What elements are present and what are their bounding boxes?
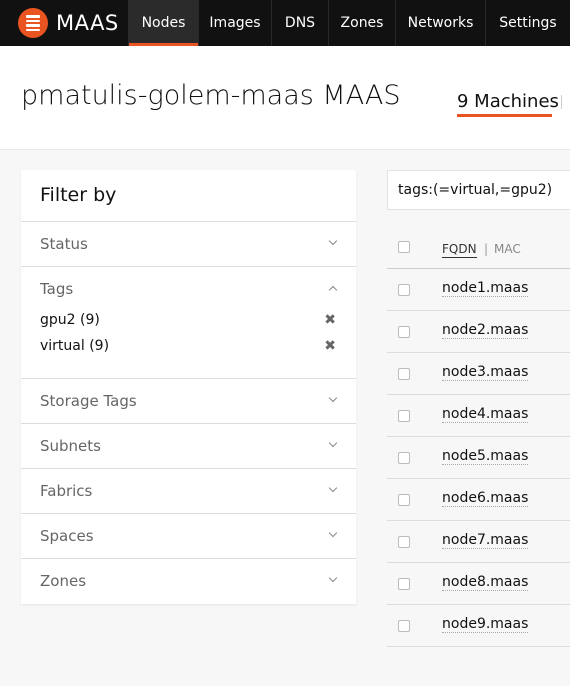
nav-settings[interactable]: Settings — [485, 0, 570, 46]
filter-section-zones[interactable]: Zones — [21, 559, 356, 604]
column-header-fqdn[interactable]: FQDN — [442, 242, 477, 258]
nav-networks[interactable]: Networks — [395, 0, 485, 46]
nav-images[interactable]: Images — [198, 0, 271, 46]
active-tab-indicator — [457, 114, 552, 117]
machine-fqdn-link[interactable]: node5.maas — [442, 448, 529, 465]
table-row[interactable]: node3.maas — [387, 353, 570, 395]
nav-zones[interactable]: Zones — [328, 0, 395, 46]
machine-fqdn-link[interactable]: node2.maas — [442, 322, 529, 339]
chevron-down-icon — [328, 438, 338, 448]
chevron-down-icon — [328, 573, 338, 583]
filter-section-label: Storage Tags — [40, 392, 137, 410]
filter-section-label: Status — [40, 235, 88, 253]
filter-section-storage-tags[interactable]: Storage Tags — [21, 379, 356, 424]
table-row[interactable]: node8.maas — [387, 563, 570, 605]
select-all-checkbox[interactable] — [398, 241, 410, 253]
machine-fqdn-link[interactable]: node7.maas — [442, 532, 529, 549]
tab-machines[interactable]: 9 Machines — [457, 91, 559, 112]
maas-logo-icon — [18, 8, 48, 38]
filter-section-spaces[interactable]: Spaces — [21, 514, 356, 559]
nav-dns[interactable]: DNS — [271, 0, 328, 46]
remove-tag-icon[interactable]: ✖ — [324, 338, 336, 354]
table-row[interactable]: node7.maas — [387, 521, 570, 563]
filter-section-subnets[interactable]: Subnets — [21, 424, 356, 469]
nav-nodes[interactable]: Nodes — [128, 0, 198, 46]
filter-section-label: Fabrics — [40, 482, 93, 500]
row-checkbox[interactable] — [398, 368, 410, 380]
filter-section-label: Subnets — [40, 437, 101, 455]
row-checkbox[interactable] — [398, 620, 410, 632]
chevron-down-icon — [328, 393, 338, 403]
table-row[interactable]: node4.maas — [387, 395, 570, 437]
column-header-mac[interactable]: MAC — [494, 242, 521, 256]
filter-panel: Filter by Status Tags gpu2 (9) ✖ virtual… — [21, 170, 356, 604]
tab-divider — [561, 95, 562, 109]
selected-tag-virtual[interactable]: virtual (9) — [40, 338, 109, 354]
chevron-down-icon — [328, 483, 338, 493]
chevron-up-icon — [328, 285, 338, 295]
machine-fqdn-link[interactable]: node9.maas — [442, 616, 529, 633]
column-separator: | — [484, 242, 489, 256]
row-checkbox[interactable] — [398, 410, 410, 422]
row-checkbox[interactable] — [398, 284, 410, 296]
machine-fqdn-link[interactable]: node6.maas — [442, 490, 529, 507]
table-row[interactable]: node2.maas — [387, 311, 570, 353]
selected-tag-gpu2[interactable]: gpu2 (9) — [40, 312, 100, 328]
table-header: FQDN | MAC — [387, 226, 570, 269]
machine-fqdn-link[interactable]: node1.maas — [442, 280, 529, 297]
machine-fqdn-link[interactable]: node4.maas — [442, 406, 529, 423]
brand-name: MAAS — [56, 11, 119, 35]
page-header: pmatulis-golem-maas MAAS 9 Machines — [0, 46, 570, 150]
brand-logo[interactable]: MAAS — [0, 0, 128, 46]
row-checkbox[interactable] — [398, 536, 410, 548]
search-input[interactable] — [387, 170, 570, 210]
table-row[interactable]: node5.maas — [387, 437, 570, 479]
filter-title: Filter by — [21, 170, 356, 222]
remove-tag-icon[interactable]: ✖ — [324, 312, 336, 328]
table-row[interactable]: node6.maas — [387, 479, 570, 521]
chevron-down-icon — [328, 528, 338, 538]
table-row[interactable]: node9.maas — [387, 605, 570, 647]
filter-section-label: Zones — [40, 572, 87, 590]
chevron-down-icon — [328, 236, 338, 246]
filter-section-label: Tags — [40, 280, 74, 298]
filter-section-fabrics[interactable]: Fabrics — [21, 469, 356, 514]
table-row[interactable]: node1.maas — [387, 269, 570, 311]
row-checkbox[interactable] — [398, 326, 410, 338]
row-checkbox[interactable] — [398, 494, 410, 506]
filter-section-status[interactable]: Status — [21, 222, 356, 267]
machine-fqdn-link[interactable]: node8.maas — [442, 574, 529, 591]
row-checkbox[interactable] — [398, 578, 410, 590]
row-checkbox[interactable] — [398, 452, 410, 464]
page-title: pmatulis-golem-maas MAAS — [21, 80, 401, 111]
machine-fqdn-link[interactable]: node3.maas — [442, 364, 529, 381]
machines-table: FQDN | MAC node1.maas node2.maas node3.m… — [387, 226, 570, 647]
filter-section-label: Spaces — [40, 527, 94, 545]
top-navigation: MAAS Nodes Images DNS Zones Networks Set… — [0, 0, 570, 46]
filter-section-tags[interactable]: Tags gpu2 (9) ✖ virtual (9) ✖ — [21, 267, 356, 379]
